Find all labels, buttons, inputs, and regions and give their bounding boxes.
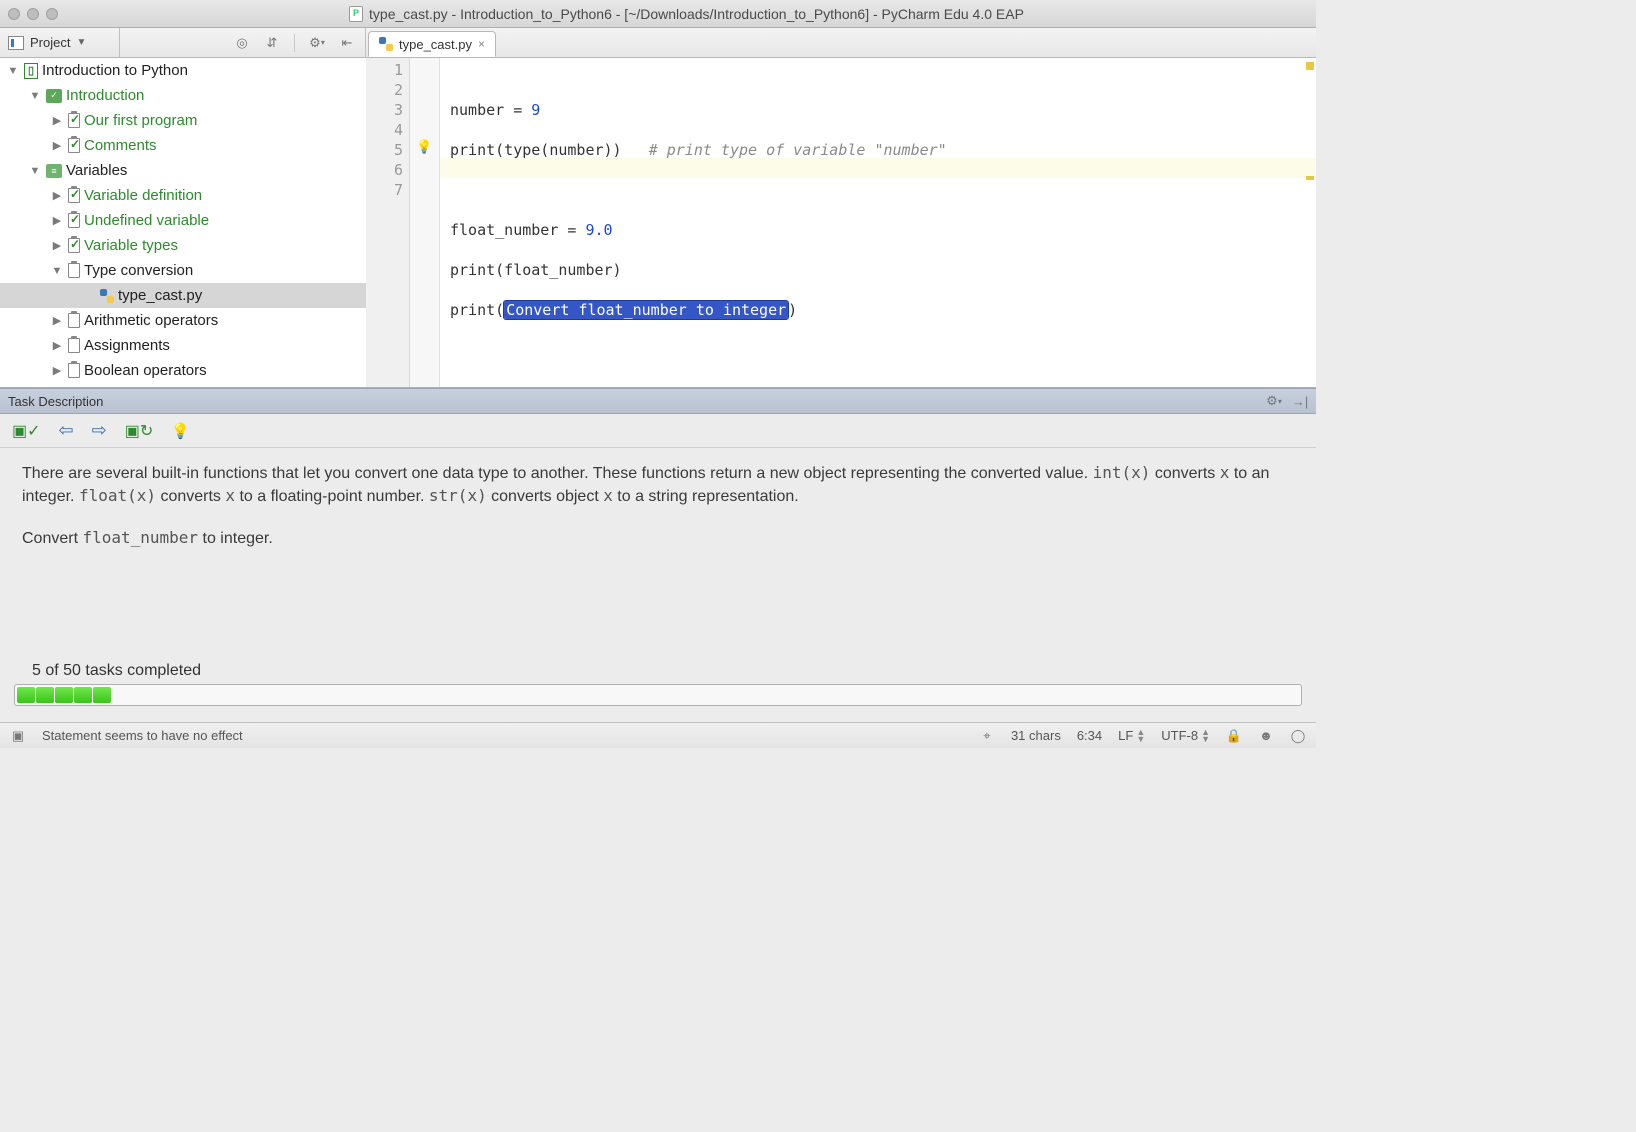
tree-task-boolean-operators[interactable]: ▶ Boolean operators [0, 358, 366, 383]
disclosure-closed-icon[interactable]: ▶ [50, 364, 64, 377]
disclosure-closed-icon[interactable]: ▶ [50, 189, 64, 202]
course-icon: ▯ [24, 63, 38, 79]
prev-task-icon[interactable]: ⇦ [59, 420, 74, 441]
file-encoding[interactable]: UTF-8▲▼ [1161, 728, 1210, 743]
file-icon [349, 6, 363, 22]
project-icon [8, 36, 24, 50]
sync-icon[interactable]: ⌖ [979, 728, 995, 744]
python-icon [100, 289, 114, 303]
task-body: There are several built-in functions tha… [0, 448, 1316, 652]
task-icon [68, 313, 80, 328]
next-task-icon[interactable]: ⇨ [92, 420, 107, 441]
disclosure-closed-icon[interactable]: ▶ [50, 139, 64, 152]
tree-task-variable-types[interactable]: ▶ Variable types [0, 233, 366, 258]
status-message: Statement seems to have no effect [42, 728, 243, 743]
window-minimize-icon[interactable] [27, 8, 39, 20]
progress-segment [36, 687, 54, 703]
task-icon [68, 363, 80, 378]
hide-icon[interactable]: ⇤ [339, 35, 355, 51]
caret-position: 6:34 [1077, 728, 1102, 743]
window-title: type_cast.py - Introduction_to_Python6 -… [65, 6, 1308, 22]
status-bar: ▣ Statement seems to have no effect ⌖ 31… [0, 722, 1316, 748]
hint-bulb-icon[interactable]: 💡 [171, 422, 190, 440]
file-tab-label: type_cast.py [399, 37, 472, 52]
task-done-icon [68, 213, 80, 228]
progress-segment [55, 687, 73, 703]
progress-label: 5 of 50 tasks completed [14, 662, 1302, 680]
tree-lesson-introduction[interactable]: ▼ ✓ Introduction [0, 83, 366, 108]
window-zoom-icon[interactable] [46, 8, 58, 20]
main-area: ▼ ▯ Introduction to Python ▼ ✓ Introduct… [0, 58, 1316, 388]
lock-icon[interactable]: 🔒 [1226, 728, 1242, 744]
code-editor[interactable]: ▶ 1 2 3 4 5 6 7 💡 number = 9 print(type(… [366, 58, 1316, 387]
check-task-icon[interactable]: ▣✓ [12, 421, 41, 441]
disclosure-closed-icon[interactable]: ▶ [50, 339, 64, 352]
inspector-icon[interactable]: ☻ [1258, 728, 1274, 744]
tree-task-comments[interactable]: ▶ Comments [0, 133, 366, 158]
task-icon [68, 263, 80, 278]
gutter-annotations: 💡 [410, 58, 440, 387]
disclosure-closed-icon[interactable]: ▶ [50, 314, 64, 327]
chevron-down-icon: ▼ [76, 37, 86, 48]
code-area[interactable]: number = 9 print(type(number)) # print t… [440, 58, 1316, 387]
progress-segment [74, 687, 92, 703]
project-tree[interactable]: ▼ ▯ Introduction to Python ▼ ✓ Introduct… [0, 58, 366, 387]
reset-task-icon[interactable]: ▣↻ [125, 421, 154, 441]
tree-task-variable-definition[interactable]: ▶ Variable definition [0, 183, 366, 208]
progress-section: 5 of 50 tasks completed [0, 652, 1316, 722]
python-icon [379, 37, 393, 51]
file-tab-type-cast[interactable]: type_cast.py × [368, 31, 496, 57]
disclosure-closed-icon[interactable]: ▶ [50, 114, 64, 127]
collapse-icon[interactable]: ⇵ [264, 35, 280, 51]
tree-root[interactable]: ▼ ▯ Introduction to Python [0, 58, 366, 83]
tree-task-undefined-variable[interactable]: ▶ Undefined variable [0, 208, 366, 233]
tree-task-type-conversion[interactable]: ▼ Type conversion [0, 258, 366, 283]
selection-chars: 31 chars [1011, 728, 1061, 743]
project-toolbar-icons: ◎ ⇵ ⚙▾ ⇤ [120, 28, 366, 57]
task-header-label: Task Description [8, 394, 103, 409]
project-label: Project [30, 35, 70, 50]
feedback-icon[interactable]: ◯ [1290, 728, 1306, 744]
disclosure-open-icon[interactable]: ▼ [50, 265, 64, 277]
progress-segment [93, 687, 111, 703]
lesson-icon: ✓ [46, 89, 62, 103]
progress-segment [17, 687, 35, 703]
disclosure-open-icon[interactable]: ▼ [6, 65, 20, 77]
progress-bar [14, 684, 1302, 706]
tree-file-type-cast[interactable]: type_cast.py [0, 283, 366, 308]
tree-task-assignments[interactable]: ▶ Assignments [0, 333, 366, 358]
window-close-icon[interactable] [8, 8, 20, 20]
task-icon [68, 338, 80, 353]
close-icon[interactable]: × [478, 37, 485, 51]
editor-tabs: type_cast.py × [366, 28, 496, 57]
lesson-icon: ≡ [46, 164, 62, 178]
target-icon[interactable]: ◎ [234, 35, 250, 51]
warning-stripe-marker[interactable] [1306, 176, 1314, 180]
line-separator[interactable]: LF▲▼ [1118, 728, 1145, 743]
task-done-icon [68, 188, 80, 203]
task-done-icon [68, 113, 80, 128]
task-done-icon [68, 138, 80, 153]
disclosure-closed-icon[interactable]: ▶ [50, 239, 64, 252]
disclosure-open-icon[interactable]: ▼ [28, 165, 42, 177]
tree-task-our-first-program[interactable]: ▶ Our first program [0, 108, 366, 133]
intention-bulb-icon[interactable]: 💡 [416, 140, 432, 155]
disclosure-closed-icon[interactable]: ▶ [50, 214, 64, 227]
answer-placeholder[interactable]: Convert float_number to integer [504, 301, 788, 319]
toolbar: Project ▼ ◎ ⇵ ⚙▾ ⇤ type_cast.py × [0, 28, 1316, 58]
gutter: ▶ 1 2 3 4 5 6 7 [366, 58, 410, 387]
tool-windows-icon[interactable]: ▣ [10, 728, 26, 744]
project-selector[interactable]: Project ▼ [0, 28, 120, 57]
disclosure-open-icon[interactable]: ▼ [28, 90, 42, 102]
tree-lesson-variables[interactable]: ▼ ≡ Variables [0, 158, 366, 183]
gear-icon[interactable]: ⚙▾ [309, 35, 325, 51]
titlebar: type_cast.py - Introduction_to_Python6 -… [0, 0, 1316, 28]
task-done-icon [68, 238, 80, 253]
tree-task-arithmetic-operators[interactable]: ▶ Arithmetic operators [0, 308, 366, 333]
error-stripe-marker[interactable] [1306, 62, 1314, 70]
